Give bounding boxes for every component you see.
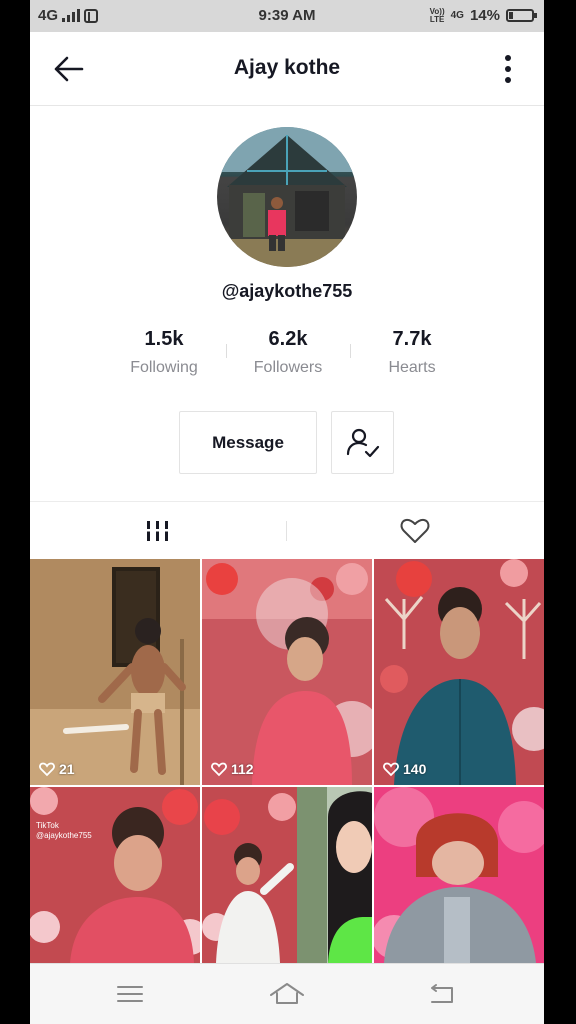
home-icon	[270, 983, 304, 1004]
video-preview	[202, 559, 372, 785]
following-status-button[interactable]	[331, 411, 394, 474]
system-nav-bar	[30, 963, 544, 1024]
avatar[interactable]	[217, 127, 357, 267]
volte-indicator: Vo)) LTE	[429, 7, 445, 24]
status-bar: 4G 9:39 AM Vo)) LTE 4G 14%	[30, 0, 544, 32]
person-check-icon	[346, 428, 380, 458]
tab-liked[interactable]	[287, 502, 544, 560]
tab-videos[interactable]	[30, 502, 287, 560]
video-thumbnail[interactable]	[374, 787, 544, 963]
phone-screen: 4G 9:39 AM Vo)) LTE 4G 14% Ajay kothe @a…	[30, 0, 544, 1024]
watermark-app: TikTok	[36, 821, 59, 830]
battery-percent: 14%	[469, 7, 500, 24]
stat-label: Followers	[253, 359, 323, 376]
like-count: 140	[383, 761, 426, 777]
profile-header: Ajay kothe	[30, 32, 544, 106]
more-vertical-icon	[505, 55, 511, 83]
video-thumbnail[interactable]: 140	[374, 559, 544, 785]
like-count-text: 112	[231, 761, 254, 777]
network-2: 4G	[450, 9, 464, 21]
page-title: Ajay kothe	[233, 56, 341, 79]
heart-outline-icon	[211, 762, 227, 776]
video-preview	[202, 787, 372, 963]
like-count-text: 21	[59, 761, 75, 777]
heart-outline-icon	[400, 518, 430, 543]
video-thumbnail[interactable]: 21	[30, 559, 200, 785]
heart-outline-icon	[383, 762, 399, 776]
menu-button[interactable]	[110, 978, 150, 1010]
heart-outline-icon	[39, 762, 55, 776]
video-grid: 21 112 140 TikTok @ajaykothe755	[30, 559, 544, 963]
like-count-text: 140	[403, 761, 427, 777]
stat-value: 1.5k	[144, 328, 184, 350]
battery-icon	[506, 9, 537, 22]
like-count: 21	[39, 761, 75, 777]
stat-label: Following	[130, 359, 198, 376]
video-thumbnail[interactable]	[202, 787, 372, 963]
video-preview	[30, 559, 200, 785]
more-options-button[interactable]	[494, 52, 522, 86]
home-button[interactable]	[267, 978, 307, 1010]
message-button[interactable]: Message	[179, 411, 317, 474]
video-preview	[30, 787, 200, 963]
watermark-handle: @ajaykothe755	[36, 831, 92, 840]
stat-label: Hearts	[388, 359, 436, 376]
content-tabs	[30, 501, 544, 559]
profile-stats: 1.5k Following 6.2k Followers 7.7k Heart…	[102, 328, 474, 388]
menu-icon	[117, 986, 143, 1002]
video-preview	[374, 787, 544, 963]
stat-followers[interactable]: 6.2k Followers	[226, 328, 350, 388]
video-preview	[374, 559, 544, 785]
stat-value: 7.7k	[392, 328, 432, 350]
stat-following[interactable]: 1.5k Following	[102, 328, 226, 388]
video-thumbnail[interactable]: 112	[202, 559, 372, 785]
back-nav-button[interactable]	[422, 978, 462, 1010]
video-thumbnail[interactable]: TikTok @ajaykothe755	[30, 787, 200, 963]
username-handle: @ajaykothe755	[221, 281, 353, 301]
grid-bars-icon	[147, 521, 168, 541]
tiktok-watermark: TikTok @ajaykothe755	[36, 821, 92, 841]
like-count: 112	[211, 761, 254, 777]
stat-value: 6.2k	[268, 328, 308, 350]
status-right: Vo)) LTE 4G 14%	[429, 7, 537, 24]
stat-hearts: 7.7k Hearts	[350, 328, 474, 388]
back-icon	[431, 984, 453, 1003]
volte-bottom: LTE	[429, 14, 445, 24]
avatar-photo	[217, 127, 357, 267]
